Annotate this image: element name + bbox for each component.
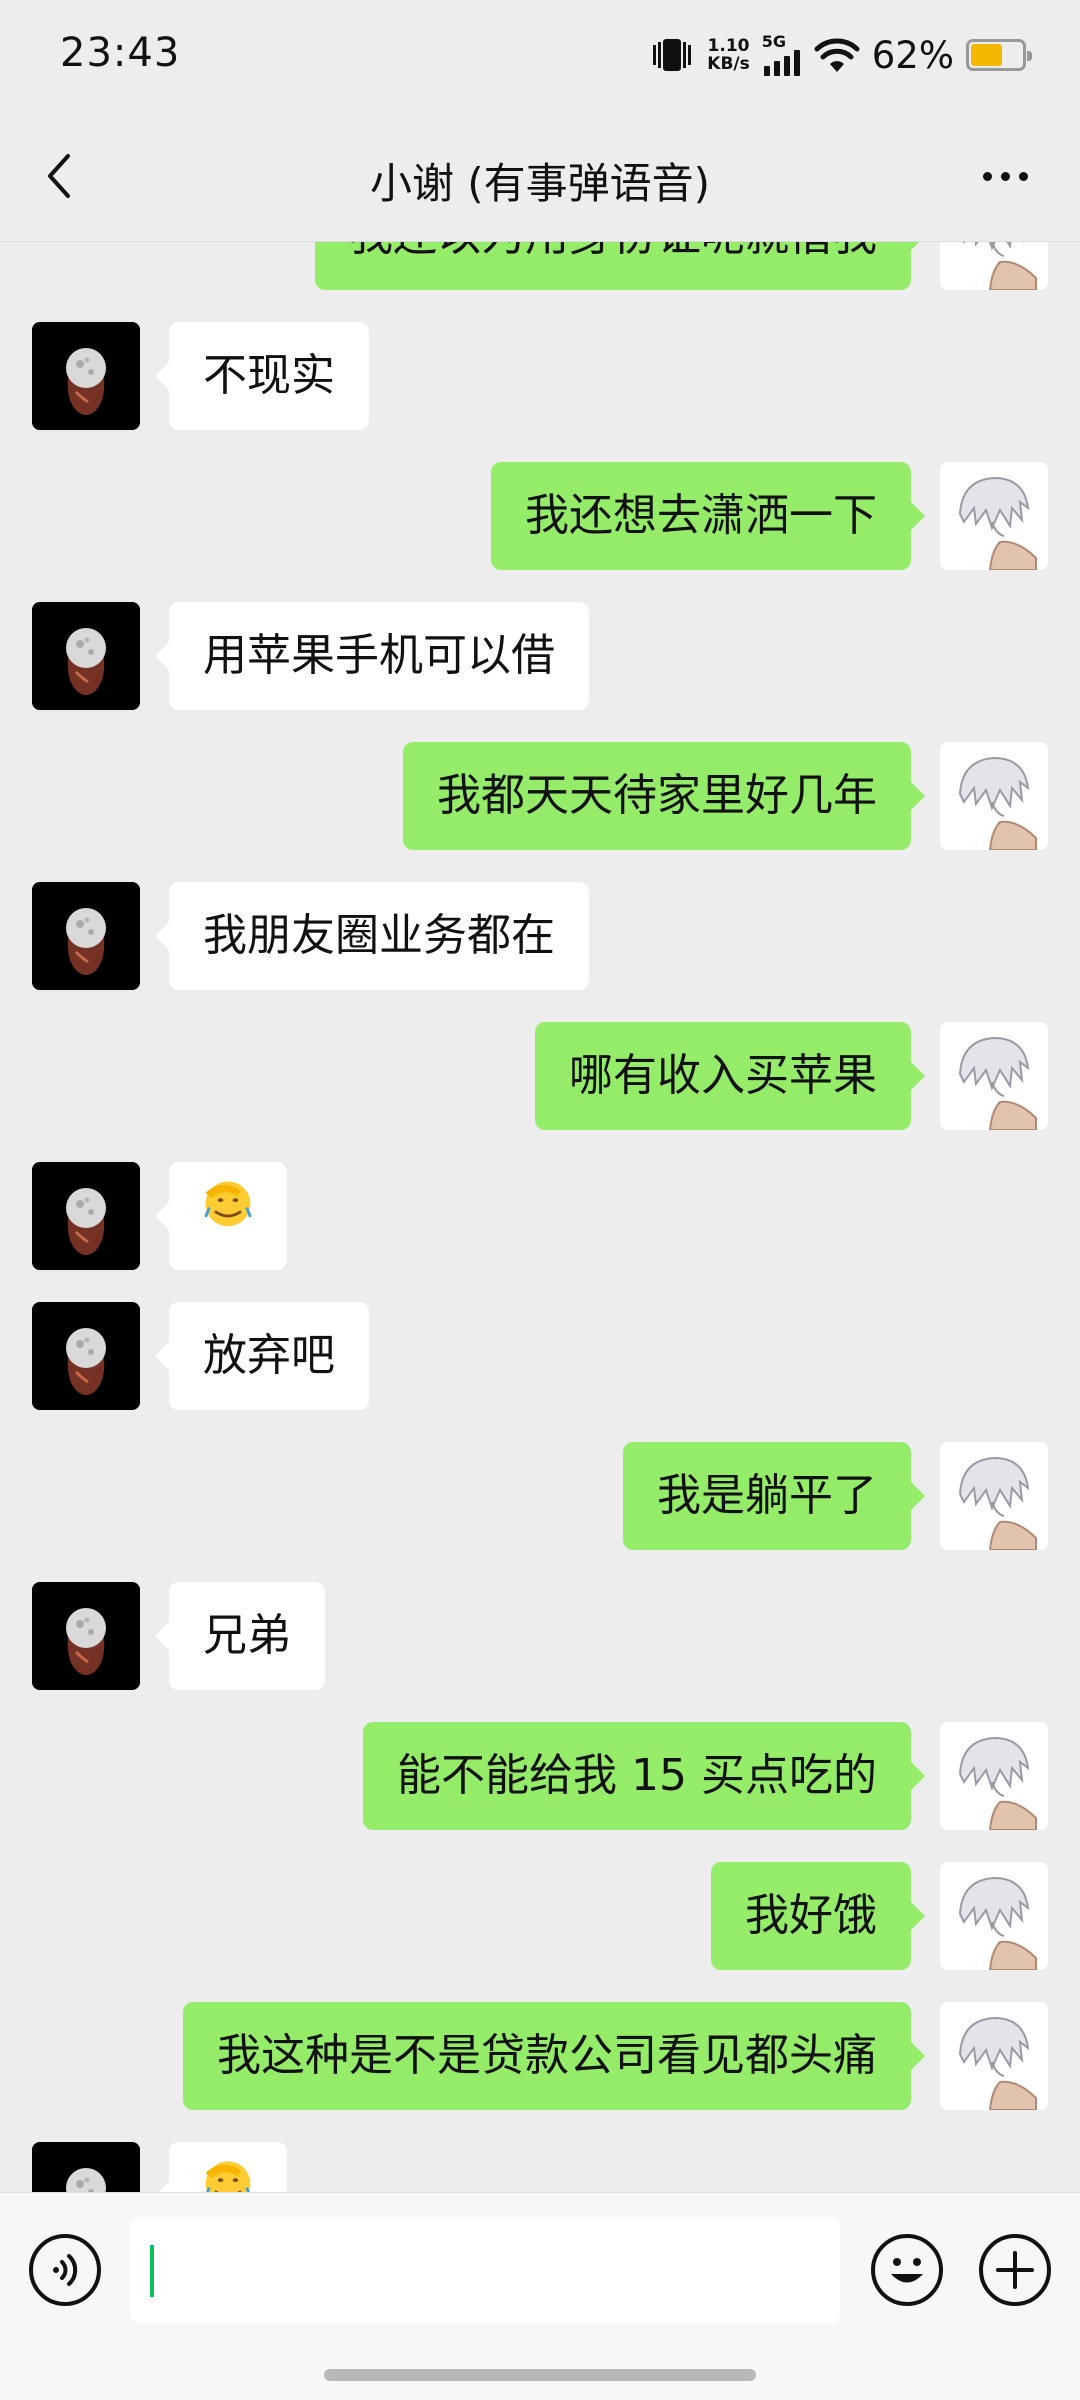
- my-avatar[interactable]: [940, 1722, 1048, 1830]
- input-bar: [0, 2192, 1080, 2400]
- sent-message-bubble[interactable]: 哪有收入买苹果: [535, 1022, 925, 1130]
- contact-avatar[interactable]: [32, 882, 140, 990]
- message-row: 我都天天待家里好几年: [0, 742, 1080, 850]
- received-message-bubble[interactable]: 兄弟: [155, 1582, 325, 1690]
- message-row: 我朋友圈业务都在: [0, 882, 1080, 990]
- back-button[interactable]: [30, 146, 90, 206]
- message-row: 不现实: [0, 322, 1080, 430]
- received-message-bubble[interactable]: [155, 1162, 287, 1270]
- text-caret: [150, 2245, 154, 2297]
- vibrate-icon: [653, 39, 692, 71]
- received-message-bubble[interactable]: [155, 2142, 287, 2192]
- my-avatar[interactable]: [940, 1862, 1048, 1970]
- contact-avatar[interactable]: [32, 602, 140, 710]
- signal-icon: [763, 50, 800, 76]
- contact-avatar[interactable]: [32, 1582, 140, 1690]
- network-speed: 1.10 KB/s: [707, 37, 749, 73]
- emoji-button[interactable]: [870, 2233, 944, 2307]
- message-row: 我这种是不是贷款公司看见都头痛: [0, 2002, 1080, 2110]
- my-avatar[interactable]: [940, 242, 1048, 290]
- contact-avatar[interactable]: [32, 322, 140, 430]
- sent-message-bubble[interactable]: 我这种是不是贷款公司看见都头痛: [183, 2002, 925, 2110]
- message-text: 我好饿: [745, 1890, 877, 1941]
- message-text: 用苹果手机可以借: [203, 630, 555, 681]
- network-type: 5G: [761, 32, 787, 51]
- message-row: 我还想去潇洒一下: [0, 462, 1080, 570]
- message-text: 不现实: [203, 350, 335, 401]
- status-indicators: 1.10 KB/s 5G 62%: [649, 30, 1032, 80]
- message-row: 我还以为用身份证呢就借我: [0, 242, 1080, 290]
- received-message-bubble[interactable]: 我朋友圈业务都在: [155, 882, 589, 990]
- chat-title[interactable]: 小谢 (有事弹语音): [160, 150, 920, 211]
- my-avatar[interactable]: [940, 462, 1048, 570]
- battery-percent: 62%: [871, 33, 954, 77]
- message-text: 放弃吧: [203, 1330, 335, 1381]
- plus-button[interactable]: [978, 2233, 1052, 2307]
- wifi-icon: [814, 38, 860, 72]
- contact-avatar[interactable]: [32, 1162, 140, 1270]
- contact-avatar[interactable]: [32, 2142, 140, 2192]
- message-row: [0, 2142, 1080, 2192]
- voice-button[interactable]: [28, 2233, 102, 2307]
- home-indicator[interactable]: [324, 2369, 756, 2381]
- my-avatar[interactable]: [940, 1442, 1048, 1550]
- contact-avatar[interactable]: [32, 1302, 140, 1410]
- emoji-icon: [871, 2234, 943, 2306]
- message-row: [0, 1162, 1080, 1270]
- message-text: 我这种是不是贷款公司看见都头痛: [217, 2030, 877, 2081]
- sent-message-bubble[interactable]: 我都天天待家里好几年: [403, 742, 925, 850]
- message-row: 用苹果手机可以借: [0, 602, 1080, 710]
- message-text: 我是躺平了: [657, 1470, 877, 1521]
- message-text: 我朋友圈业务都在: [203, 910, 555, 961]
- my-avatar[interactable]: [940, 1022, 1048, 1130]
- more-button[interactable]: [970, 156, 1040, 196]
- more-dots-icon: [982, 171, 992, 181]
- voice-icon: [29, 2234, 101, 2306]
- received-message-bubble[interactable]: 放弃吧: [155, 1302, 369, 1410]
- message-row: 哪有收入买苹果: [0, 1022, 1080, 1130]
- sent-message-bubble[interactable]: 我还以为用身份证呢就借我: [315, 242, 925, 290]
- network-speed-unit: KB/s: [707, 54, 750, 74]
- facepalm-emoji: [200, 2142, 256, 2192]
- chat-header: 小谢 (有事弹语音): [0, 110, 1080, 242]
- status-bar: 23:43 1.10 KB/s 5G 62%: [0, 0, 1080, 110]
- message-row: 我是躺平了: [0, 1442, 1080, 1550]
- message-text: 我还想去潇洒一下: [525, 490, 877, 541]
- sent-message-bubble[interactable]: 我好饿: [711, 1862, 925, 1970]
- message-text: 能不能给我 15 买点吃的: [397, 1750, 877, 1801]
- cellular: 5G: [762, 34, 802, 76]
- message-text: 我都天天待家里好几年: [437, 770, 877, 821]
- message-row: 放弃吧: [0, 1302, 1080, 1410]
- message-input[interactable]: [130, 2217, 840, 2323]
- received-message-bubble[interactable]: 用苹果手机可以借: [155, 602, 589, 710]
- my-avatar[interactable]: [940, 2002, 1048, 2110]
- message-text: 兄弟: [203, 1610, 291, 1661]
- sent-message-bubble[interactable]: 我是躺平了: [623, 1442, 925, 1550]
- message-row: 我好饿: [0, 1862, 1080, 1970]
- message-row: 兄弟: [0, 1582, 1080, 1690]
- battery-fill: [971, 44, 1002, 66]
- battery-icon: [966, 39, 1032, 71]
- message-row: 能不能给我 15 买点吃的: [0, 1722, 1080, 1830]
- message-text: 我还以为用身份证呢就借我: [349, 242, 877, 261]
- sent-message-bubble[interactable]: 我还想去潇洒一下: [491, 462, 925, 570]
- message-text: 哪有收入买苹果: [569, 1050, 877, 1101]
- facepalm-emoji: [200, 1162, 256, 1270]
- received-message-bubble[interactable]: 不现实: [155, 322, 369, 430]
- my-avatar[interactable]: [940, 742, 1048, 850]
- message-list[interactable]: 我还以为用身份证呢就借我不现实我还想去潇洒一下用苹果手机可以借我都天天待家里好几…: [0, 242, 1080, 2192]
- network-speed-value: 1.10: [707, 36, 750, 56]
- plus-icon: [979, 2234, 1051, 2306]
- sent-message-bubble[interactable]: 能不能给我 15 买点吃的: [363, 1722, 925, 1830]
- status-time: 23:43: [60, 30, 181, 76]
- chevron-left-icon: [48, 154, 70, 198]
